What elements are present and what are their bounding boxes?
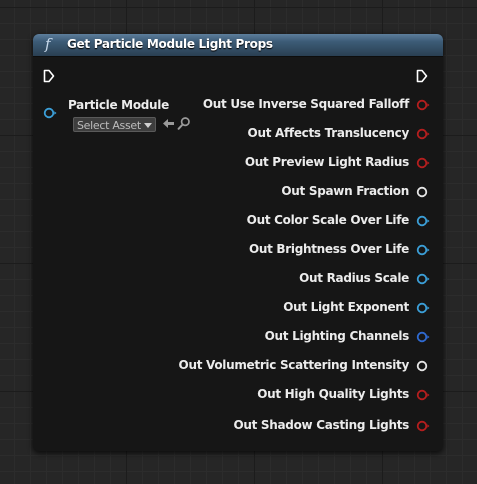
bool-pin-icon[interactable] — [416, 156, 430, 170]
output-label: Out Lighting Channels — [264, 329, 410, 343]
output-row: Out Use Inverse Squared Falloff — [33, 95, 443, 115]
exec-output-pin-icon[interactable] — [416, 69, 428, 83]
output-row: Out High Quality Lights — [33, 385, 443, 405]
wildcard-pin-icon[interactable] — [416, 359, 430, 373]
bool-pin-icon[interactable] — [416, 98, 430, 112]
output-row: Out Spawn Fraction — [33, 182, 443, 202]
blueprint-node[interactable]: f Get Particle Module Light Props Partic… — [33, 34, 443, 451]
object-pin-icon[interactable] — [416, 243, 430, 257]
struct-pin-icon[interactable] — [416, 330, 430, 344]
output-label: Out Affects Translucency — [247, 126, 410, 140]
output-row: Out Lighting Channels — [33, 327, 443, 347]
node-header[interactable]: f Get Particle Module Light Props — [33, 34, 443, 57]
output-label: Out Volumetric Scattering Intensity — [178, 358, 410, 372]
output-label: Out High Quality Lights — [257, 387, 409, 401]
output-row: Out Radius Scale — [33, 269, 443, 289]
exec-input-pin-icon[interactable] — [43, 69, 55, 83]
output-row: Out Volumetric Scattering Intensity — [33, 356, 443, 376]
output-label: Out Preview Light Radius — [244, 155, 409, 169]
output-label: Out Light Exponent — [283, 300, 409, 314]
output-row: Out Affects Translucency — [33, 124, 443, 144]
output-label: Out Radius Scale — [299, 271, 409, 285]
object-pin-icon[interactable] — [416, 272, 430, 286]
output-label: Out Use Inverse Squared Falloff — [202, 97, 409, 111]
bool-pin-icon[interactable] — [416, 419, 430, 433]
object-pin-icon[interactable] — [416, 214, 430, 228]
output-label: Out Color Scale Over Life — [246, 213, 410, 227]
wildcard-pin-icon[interactable] — [416, 185, 430, 199]
output-row: Out Preview Light Radius — [33, 153, 443, 173]
output-label: Out Brightness Over Life — [248, 242, 409, 256]
node-title: Get Particle Module Light Props — [67, 37, 273, 51]
output-row: Out Color Scale Over Life — [33, 211, 443, 231]
output-row: Out Brightness Over Life — [33, 240, 443, 260]
bool-pin-icon[interactable] — [416, 127, 430, 141]
output-row: Out Light Exponent — [33, 298, 443, 318]
output-label: Out Spawn Fraction — [281, 184, 409, 198]
output-row: Out Shadow Casting Lights — [33, 416, 443, 436]
function-icon: f — [45, 35, 51, 53]
output-label: Out Shadow Casting Lights — [233, 418, 409, 432]
bool-pin-icon[interactable] — [416, 388, 430, 402]
object-pin-icon[interactable] — [416, 301, 430, 315]
